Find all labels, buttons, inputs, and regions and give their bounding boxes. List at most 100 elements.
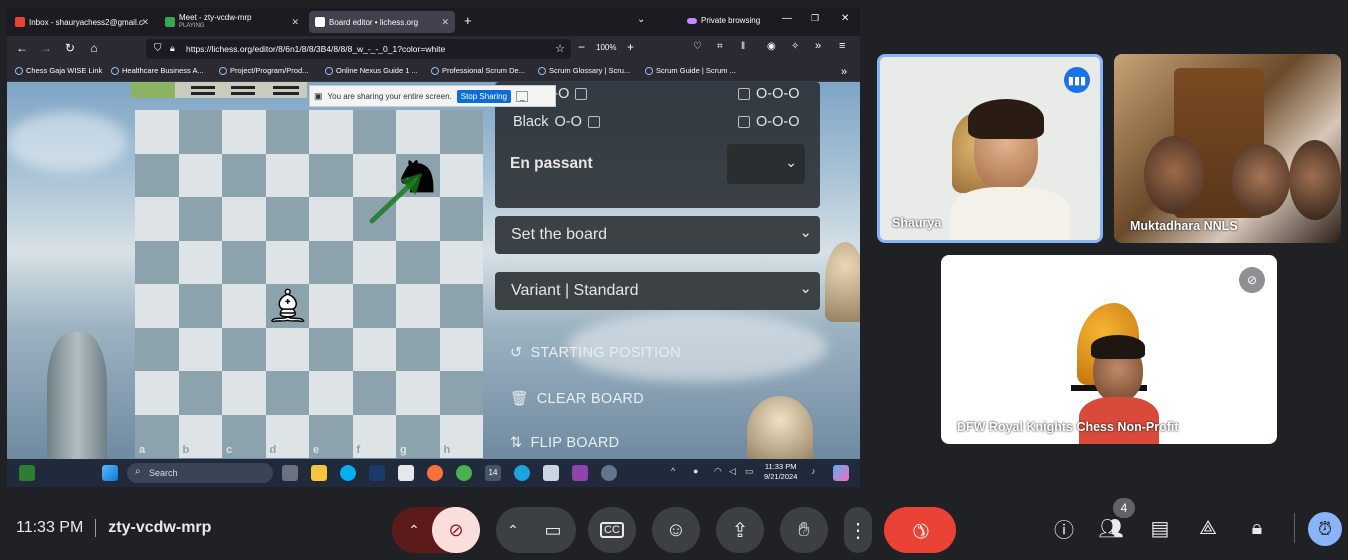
white-long-castle[interactable]: O-O-O xyxy=(738,86,800,102)
checkbox[interactable] xyxy=(575,88,588,100)
en-passant-select[interactable]: ⌄ xyxy=(727,144,805,184)
url-bar[interactable]: ⛉ 🔒︎ https://lichess.org/editor/8/6n1/8/… xyxy=(146,39,571,59)
bookmark-item[interactable]: Healthcare Business A... xyxy=(111,66,204,75)
spare-piece-icon[interactable] xyxy=(273,86,299,95)
timer-button[interactable]: ⏰︎ xyxy=(1308,512,1342,546)
close-window-icon[interactable]: ✕ xyxy=(841,13,849,24)
menu-icon[interactable]: ≡ xyxy=(839,40,845,52)
stop-sharing-button[interactable]: Stop Sharing xyxy=(456,89,512,103)
copilot-icon[interactable] xyxy=(833,465,849,481)
bookmark-item[interactable]: Scrum Guide | Scrum ... xyxy=(645,66,736,75)
pointer-tool[interactable] xyxy=(131,82,175,98)
start-icon[interactable] xyxy=(102,465,118,481)
back-icon[interactable]: ← xyxy=(14,41,30,55)
present-button[interactable]: ⇪ xyxy=(716,507,764,553)
emoji-button[interactable]: ☺ xyxy=(652,507,700,553)
file-explorer-icon[interactable] xyxy=(311,465,327,481)
zoom-level[interactable]: 100% xyxy=(596,43,616,52)
bookmarks-overflow-icon[interactable]: » xyxy=(841,66,847,78)
close-icon[interactable]: ✕ xyxy=(141,17,149,28)
leave-call-button[interactable]: ✆ xyxy=(884,507,956,553)
camera-options-chevron-icon[interactable]: ⌃ xyxy=(496,507,530,553)
tab-inbox[interactable]: Inbox - shauryachess2@gmail.c ✕ xyxy=(9,11,155,33)
account-icon[interactable]: ◉ xyxy=(767,41,776,52)
chess-board[interactable]: 87654321abcdefgh xyxy=(135,110,483,459)
screenshot-icon[interactable]: ⌗ xyxy=(717,41,723,52)
hide-notice-button[interactable]: _ xyxy=(516,90,529,102)
forward-icon[interactable]: → xyxy=(38,41,54,55)
set-board-select[interactable]: Set the board ⌄ xyxy=(495,216,820,254)
list-tabs-icon[interactable]: ⌄ xyxy=(637,14,645,25)
people-button[interactable]: 👥︎ 4 xyxy=(1096,498,1135,543)
checkbox[interactable] xyxy=(738,88,750,100)
wifi-icon[interactable]: ◠ xyxy=(714,466,722,477)
browser-nav-bar: ← → ↻ ⌂ ⛉ 🔒︎ https://lichess.org/editor/… xyxy=(7,36,860,63)
overflow-icon[interactable]: » xyxy=(815,40,821,52)
bookmark-item[interactable]: Scrum Glossary | Scru... xyxy=(538,66,630,75)
chrome-icon[interactable] xyxy=(456,465,472,481)
mic-icon[interactable]: ● xyxy=(693,466,698,476)
zoom-out-button[interactable]: − xyxy=(578,40,585,54)
edge-icon[interactable] xyxy=(514,465,530,481)
participant-tile-shaurya[interactable]: ▮▮▮ Shaurya xyxy=(877,54,1103,243)
lichess-board-editor: 87654321abcdefgh O-O O-O-O BlackO-O O-O-… xyxy=(7,82,860,459)
taskbar-search[interactable]: ⌕ Search xyxy=(127,463,273,483)
bookmark-item[interactable]: Professional Scrum De... xyxy=(431,66,525,75)
settings-icon[interactable] xyxy=(601,465,617,481)
firefox-private-icon[interactable] xyxy=(572,465,588,481)
participant-tile-dfw-royal-knights[interactable]: ⊘ DFW Royal Knights Chess Non-Profit xyxy=(941,255,1277,444)
more-options-button[interactable]: ⋮ xyxy=(844,507,872,553)
starting-position-button[interactable]: ↺ STARTING POSITION xyxy=(510,345,681,361)
extensions-icon[interactable]: ✧ xyxy=(791,41,799,52)
snipping-tool-icon[interactable] xyxy=(543,465,559,481)
library-icon[interactable]: ‖ xyxy=(741,41,745,52)
checkbox[interactable] xyxy=(587,116,600,128)
host-controls-button[interactable]: 🔒︎ xyxy=(1242,513,1272,543)
volume-icon[interactable]: ◁ xyxy=(729,466,736,477)
skype-icon[interactable] xyxy=(340,465,356,481)
calendar-icon[interactable]: 14 xyxy=(485,465,501,481)
black-short-castle[interactable]: Black O-O xyxy=(513,114,600,130)
weather-icon[interactable] xyxy=(19,465,35,481)
reload-icon[interactable]: ↻ xyxy=(62,41,78,55)
close-icon[interactable]: ✕ xyxy=(441,17,449,28)
new-tab-button[interactable]: + xyxy=(464,13,472,28)
camera-button[interactable]: ▭ xyxy=(530,507,576,553)
raise-hand-button[interactable]: ✋︎ xyxy=(780,507,828,553)
battery-icon[interactable]: ▭ xyxy=(745,466,754,477)
tab-meet[interactable]: Meet - zty-vcdw-mrp PLAYING ✕ xyxy=(159,11,305,33)
chat-button[interactable]: ▤ xyxy=(1145,513,1175,543)
app-icon[interactable] xyxy=(369,465,385,481)
mic-off-button[interactable]: ⊘ xyxy=(432,507,480,553)
spare-piece-icon[interactable] xyxy=(191,86,215,95)
bookmark-item[interactable]: Chess Gaja WISE Link xyxy=(15,66,102,75)
black-long-castle[interactable]: O-O-O xyxy=(738,114,800,130)
lichess-icon xyxy=(315,17,325,27)
notifications-icon[interactable]: ♪ xyxy=(811,466,816,476)
checkbox[interactable] xyxy=(738,116,750,128)
bookmark-item[interactable]: Project/Program/Prod... xyxy=(219,66,308,75)
taskbar-clock[interactable]: 11:33 PM 9/21/2024 xyxy=(764,462,797,482)
mic-options-chevron-icon[interactable]: ⌃ xyxy=(392,507,436,553)
clear-board-button[interactable]: 🗑︎ CLEAR BOARD xyxy=(510,390,644,408)
variant-select[interactable]: Variant | Standard ⌄ xyxy=(495,272,820,310)
participant-tile-muktadhara[interactable]: Muktadhara NNLS xyxy=(1114,54,1341,243)
firefox-icon[interactable] xyxy=(427,465,443,481)
home-icon[interactable]: ⌂ xyxy=(86,41,102,55)
meeting-details-button[interactable]: ⓘ xyxy=(1049,513,1079,543)
restore-icon[interactable]: ❐ xyxy=(811,13,819,24)
captions-button[interactable]: CC xyxy=(588,507,636,553)
activities-button[interactable]: ⟁ xyxy=(1193,513,1223,543)
tray-chevron-icon[interactable]: ^ xyxy=(671,466,675,476)
notepad-icon[interactable] xyxy=(398,465,414,481)
minimize-icon[interactable]: — xyxy=(782,13,792,24)
close-icon[interactable]: ✕ xyxy=(291,17,299,28)
zoom-in-button[interactable]: + xyxy=(627,40,634,54)
flip-board-button[interactable]: ⇅ FLIP BOARD xyxy=(510,435,619,451)
task-view-icon[interactable] xyxy=(282,465,298,481)
pocket-icon[interactable]: ♡ xyxy=(693,41,702,52)
bookmark-item[interactable]: Online Nexus Guide 1 ... xyxy=(325,66,418,75)
spare-piece-icon[interactable] xyxy=(231,86,255,95)
bookmark-star-icon[interactable]: ☆ xyxy=(555,42,565,55)
tab-lichess[interactable]: Board editor • lichess.org ✕ xyxy=(309,11,455,33)
